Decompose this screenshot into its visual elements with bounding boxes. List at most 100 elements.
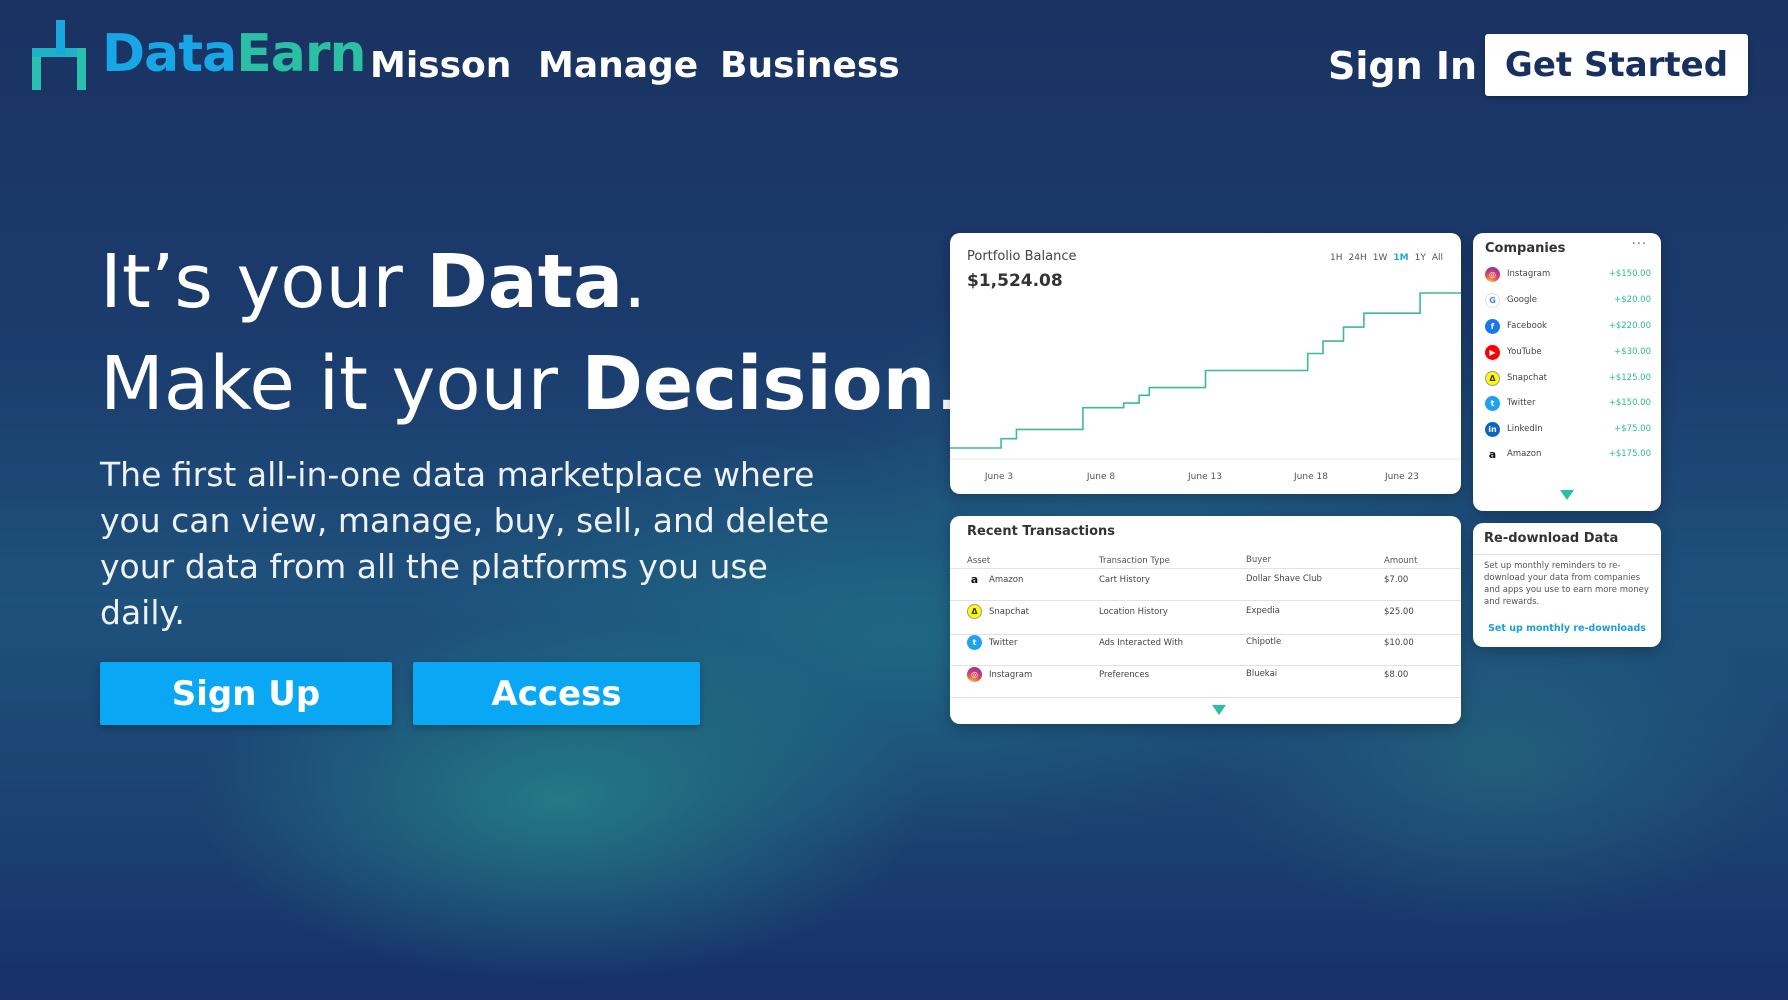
company-name: Google — [1507, 295, 1537, 305]
google-icon: G — [1485, 292, 1500, 308]
facebook-icon: f — [1485, 318, 1500, 334]
company-amount: +$175.00 — [1608, 449, 1651, 459]
asset-name: Instagram — [989, 669, 1033, 680]
company-amount: +$20.00 — [1614, 295, 1651, 305]
logo-text-earn: Earn — [236, 24, 366, 84]
table-row-divider — [950, 665, 1461, 666]
portfolio-balance-value: $1,524.08 — [967, 271, 1063, 291]
company-name: Snapchat — [1507, 373, 1547, 383]
table-row-asset[interactable]: Δ Snapchat — [967, 604, 1029, 619]
amount-cell: $10.00 — [1384, 638, 1414, 648]
range-option-1m[interactable]: 1M — [1393, 253, 1408, 263]
company-amount: +$150.00 — [1608, 398, 1651, 408]
company-amount: +$75.00 — [1614, 424, 1651, 434]
buyer-cell: Chipotle — [1246, 637, 1282, 647]
company-amount: +$150.00 — [1608, 269, 1651, 279]
snapchat-icon: Δ — [1485, 370, 1500, 386]
column-header-buyer: Buyer — [1246, 555, 1271, 565]
range-option-1w[interactable]: 1W — [1373, 253, 1388, 263]
table-row-divider — [950, 600, 1461, 601]
x-axis-tick-label: June 23 — [1384, 472, 1419, 482]
snapchat-icon: Δ — [967, 604, 982, 619]
hero-description: The first all-in-one data marketplace wh… — [100, 455, 830, 632]
x-axis-tick-label: June 3 — [984, 472, 1013, 482]
companies-title: Companies — [1485, 241, 1566, 256]
range-option-1h[interactable]: 1H — [1330, 253, 1343, 263]
companies-expand-arrow-icon[interactable] — [1560, 490, 1574, 500]
buyer-cell: Dollar Shave Club — [1246, 574, 1322, 584]
column-header-amount: Amount — [1384, 556, 1418, 566]
company-amount: +$125.00 — [1608, 373, 1651, 383]
sign-up-button[interactable]: Sign Up — [100, 662, 392, 725]
redownload-description: Set up monthly reminders to re-download … — [1484, 561, 1649, 607]
transaction-type-cell: Location History — [1099, 607, 1168, 617]
table-row-asset[interactable]: t Twitter — [967, 635, 1018, 650]
nav-link-manage[interactable]: Manage — [538, 44, 698, 87]
nav-link-business[interactable]: Business — [720, 44, 900, 87]
company-row-google[interactable]: G Google +$20.00 — [1485, 290, 1651, 310]
x-axis-tick-label: June 8 — [1086, 472, 1115, 482]
setup-monthly-redownloads-link[interactable]: Set up monthly re-downloads — [1473, 623, 1661, 634]
more-options-icon[interactable]: ··· — [1632, 237, 1647, 252]
company-row-facebook[interactable]: f Facebook +$220.00 — [1485, 316, 1651, 336]
table-row-divider — [950, 697, 1461, 698]
get-started-button[interactable]: Get Started — [1485, 34, 1748, 96]
column-header-asset: Asset — [967, 556, 991, 566]
x-axis-tick-label: June 18 — [1293, 472, 1328, 482]
logo-mark-icon — [32, 20, 86, 90]
transactions-expand-arrow-icon[interactable] — [1212, 705, 1226, 715]
portfolio-balance-line — [950, 292, 1461, 449]
top-navigation: DataEarn Misson Manage Business Sign In … — [0, 0, 1788, 130]
table-row-divider — [950, 568, 1461, 569]
transaction-type-cell: Preferences — [1099, 670, 1149, 680]
asset-name: Snapchat — [989, 606, 1029, 617]
table-row-divider — [950, 634, 1461, 635]
asset-name: Amazon — [989, 574, 1024, 585]
dataearn-logo[interactable]: DataEarn — [32, 20, 366, 90]
hero-line1-suffix: . — [623, 239, 647, 325]
company-row-youtube[interactable]: ▶ YouTube +$30.00 — [1485, 342, 1651, 362]
hero-headline-line2: Make it your Decision. — [100, 340, 959, 429]
sign-in-link[interactable]: Sign In — [1328, 44, 1477, 90]
x-axis-tick-label: June 13 — [1187, 472, 1222, 482]
twitter-icon: t — [1485, 395, 1500, 411]
logo-text-data: Data — [102, 24, 237, 84]
access-button[interactable]: Access — [413, 662, 700, 725]
company-name: YouTube — [1507, 347, 1542, 357]
buyer-cell: Bluekai — [1246, 669, 1278, 679]
twitter-icon: t — [967, 635, 982, 650]
hero-line2-prefix: Make it your — [100, 341, 582, 427]
company-row-amazon[interactable]: a Amazon +$175.00 — [1485, 444, 1651, 464]
logo-wordmark: DataEarn — [102, 28, 366, 80]
company-row-instagram[interactable]: ◎ Instagram +$150.00 — [1485, 264, 1651, 284]
company-name: LinkedIn — [1507, 424, 1543, 434]
hero-line2-bold: Decision — [581, 341, 936, 427]
company-row-snapchat[interactable]: Δ Snapchat +$125.00 — [1485, 368, 1651, 388]
hero-line1-prefix: It’s your — [100, 239, 427, 325]
time-range-selector: 1H 24H 1W 1M 1Y All — [1330, 253, 1443, 263]
company-name: Facebook — [1507, 321, 1547, 331]
transaction-type-cell: Ads Interacted With — [1099, 638, 1183, 648]
amount-cell: $25.00 — [1384, 607, 1414, 617]
redownload-title: Re-download Data — [1484, 531, 1619, 546]
buyer-cell: Expedia — [1246, 606, 1280, 616]
table-row-asset[interactable]: ◎ Instagram — [967, 667, 1032, 682]
company-amount: +$220.00 — [1608, 321, 1651, 331]
nav-link-mission[interactable]: Misson — [370, 44, 511, 87]
company-row-twitter[interactable]: t Twitter +$150.00 — [1485, 393, 1651, 413]
asset-name: Twitter — [989, 637, 1018, 648]
range-option-1y[interactable]: 1Y — [1415, 253, 1426, 263]
instagram-icon: ◎ — [967, 667, 982, 682]
amount-cell: $8.00 — [1384, 670, 1409, 680]
company-row-linkedin[interactable]: in LinkedIn +$75.00 — [1485, 419, 1651, 439]
company-amount: +$30.00 — [1614, 347, 1651, 357]
company-name: Instagram — [1507, 269, 1551, 279]
table-row-asset[interactable]: a Amazon — [967, 572, 1023, 587]
range-option-24h[interactable]: 24H — [1349, 253, 1367, 263]
hero-line1-bold: Data — [426, 239, 624, 325]
companies-card: Companies ··· ◎ Instagram +$150.00 G Google +… — [1473, 233, 1661, 511]
amazon-icon: a — [1485, 446, 1500, 462]
range-option-all[interactable]: All — [1432, 253, 1443, 263]
recent-transactions-card: Recent Transactions Asset Transaction Ty… — [950, 516, 1461, 724]
column-header-transaction-type: Transaction Type — [1099, 556, 1170, 566]
